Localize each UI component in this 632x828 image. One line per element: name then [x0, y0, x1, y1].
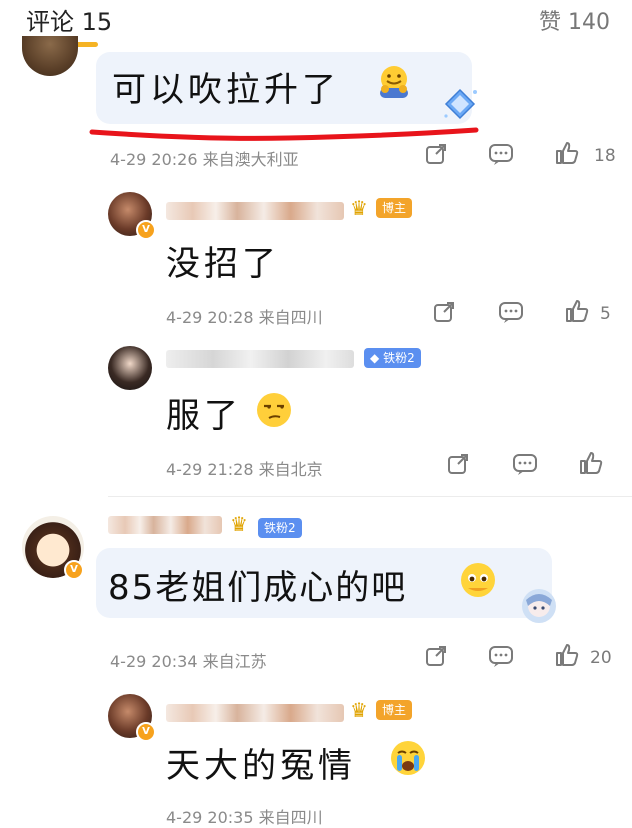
diamond-sticker-icon — [444, 88, 477, 120]
divider — [108, 496, 632, 497]
comment-meta: 4-29 20:28 来自四川 — [166, 308, 323, 327]
crying-emoji-icon — [391, 741, 425, 775]
comment-text: 服了 — [166, 396, 242, 436]
hug-emoji-icon — [380, 66, 408, 98]
like-count: 5 — [600, 304, 611, 324]
username-blurred — [166, 350, 354, 368]
thumbs-up-icon[interactable] — [578, 450, 604, 476]
verified-badge-icon: V — [64, 560, 84, 580]
username-blurred — [108, 516, 222, 534]
username-blurred — [166, 704, 344, 722]
comment-text: 没招了 — [166, 244, 280, 284]
anime-sticker-icon — [522, 589, 556, 623]
fan-tag-diamond-icon: ◆ — [370, 351, 380, 365]
avatar[interactable] — [22, 36, 78, 76]
comment-meta: 4-29 20:26 来自澳大利亚 — [110, 150, 299, 169]
share-icon[interactable] — [446, 452, 470, 476]
share-icon[interactable] — [424, 142, 448, 166]
like-count: 18 — [594, 146, 616, 166]
comment-icon[interactable] — [512, 452, 538, 476]
thumbs-up-icon[interactable] — [554, 642, 580, 668]
comment-meta: 4-29 20:35 来自四川 — [166, 808, 323, 827]
username-blurred — [166, 202, 344, 220]
unamused-emoji-icon — [257, 393, 291, 427]
avatar[interactable] — [108, 346, 152, 390]
comment-text: 天大的冤情 — [166, 746, 356, 786]
comment-text: 可以吹拉升了 — [112, 70, 340, 110]
comment-meta: 4-29 21:28 来自北京 — [166, 460, 323, 479]
crown-icon: ♛ — [230, 512, 248, 536]
crown-icon: ♛ — [350, 698, 368, 722]
fan-tag: ◆ 铁粉2 — [364, 348, 421, 368]
host-tag: 博主 — [376, 700, 413, 720]
host-tag: 博主 — [376, 198, 413, 218]
comment-icon[interactable] — [488, 142, 514, 166]
pleading-emoji-icon — [461, 563, 495, 597]
verified-badge-icon: V — [136, 220, 156, 240]
comment-icon[interactable] — [498, 300, 524, 324]
share-icon[interactable] — [432, 300, 456, 324]
verified-badge-icon: V — [136, 722, 156, 742]
fan-tag: 铁粉2 — [258, 518, 302, 538]
crown-icon: ♛ — [350, 196, 368, 220]
tab-comments[interactable]: 评论 15 — [26, 2, 112, 37]
fan-tag-label: 铁粉2 — [383, 351, 415, 365]
share-icon[interactable] — [424, 644, 448, 668]
tab-likes[interactable]: 赞 140 — [539, 4, 610, 36]
comments-header: 评论 15 赞 140 — [0, 0, 632, 48]
comment-icon[interactable] — [488, 644, 514, 668]
comment-meta: 4-29 20:34 来自江苏 — [110, 652, 267, 671]
red-underline-annotation — [89, 127, 479, 141]
like-count: 20 — [590, 648, 612, 668]
comment-text: 85老姐们成心的吧 — [108, 568, 408, 608]
thumbs-up-icon[interactable] — [564, 298, 590, 324]
thumbs-up-icon[interactable] — [554, 140, 580, 166]
